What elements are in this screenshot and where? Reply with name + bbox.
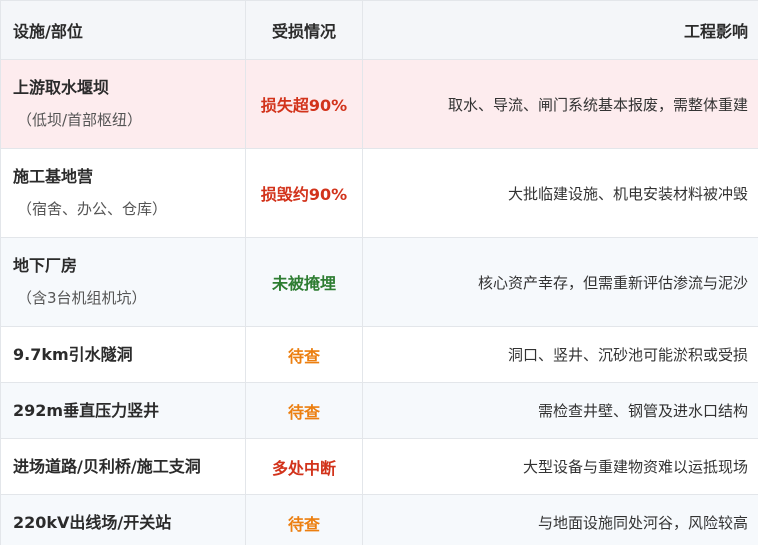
facility-name: 施工基地营 [13,167,94,186]
table-row: 地下厂房 （含3台机组机坑） 未被掩埋 核心资产幸存，但需重新评估渗流与泥沙 [0,237,758,327]
facility-name: 进场道路/贝利桥/施工支洞 [13,456,201,476]
table-row: 292m垂直压力竖井 待查 需检查井壁、钢管及进水口结构 [0,382,758,439]
facility-subtitle: （含3台机组机坑） [17,289,147,307]
table-header-row: 设施/部位 受损情况 工程影响 [0,0,758,60]
header-damage: 受损情况 [245,0,363,60]
facility-cell: 进场道路/贝利桥/施工支洞 [0,438,246,495]
table-row: 上游取水堰坝 （低坝/首部枢纽） 损失超90% 取水、导流、闸门系统基本报废，需… [0,59,758,149]
facility-cell: 上游取水堰坝 （低坝/首部枢纽） [0,59,246,149]
facility-name: 9.7km引水隧洞 [13,344,133,364]
header-impact: 工程影响 [362,0,758,60]
table-row: 9.7km引水隧洞 待查 洞口、竖井、沉砂池可能淤积或受损 [0,326,758,383]
damage-table: 设施/部位 受损情况 工程影响 上游取水堰坝 （低坝/首部枢纽） 损失超90% … [0,0,758,545]
damage-status: 待查 [245,494,363,545]
damage-status: 待查 [245,382,363,439]
facility-cell: 地下厂房 （含3台机组机坑） [0,237,246,327]
table-row: 施工基地营 （宿舍、办公、仓库） 损毁约90% 大批临建设施、机电安装材料被冲毁 [0,148,758,238]
impact-text: 大型设备与重建物资难以运抵现场 [362,438,758,495]
facility-name: 220kV出线场/开关站 [13,512,172,532]
facility-subtitle: （宿舍、办公、仓库） [17,200,168,218]
impact-text: 核心资产幸存，但需重新评估渗流与泥沙 [362,237,758,327]
table-row: 220kV出线场/开关站 待查 与地面设施同处河谷，风险较高 [0,494,758,545]
facility-name: 上游取水堰坝 [13,78,110,97]
impact-text: 与地面设施同处河谷，风险较高 [362,494,758,545]
impact-text: 取水、导流、闸门系统基本报废，需整体重建 [362,59,758,149]
facility-name: 292m垂直压力竖井 [13,400,160,420]
impact-text: 需检查井壁、钢管及进水口结构 [362,382,758,439]
facility-subtitle: （低坝/首部枢纽） [17,111,143,129]
facility-cell: 施工基地营 （宿舍、办公、仓库） [0,148,246,238]
facility-cell: 9.7km引水隧洞 [0,326,246,383]
facility-cell: 220kV出线场/开关站 [0,494,246,545]
table-row: 进场道路/贝利桥/施工支洞 多处中断 大型设备与重建物资难以运抵现场 [0,438,758,495]
impact-text: 大批临建设施、机电安装材料被冲毁 [362,148,758,238]
damage-status: 损失超90% [245,59,363,149]
damage-status: 待查 [245,326,363,383]
facility-cell: 292m垂直压力竖井 [0,382,246,439]
header-facility: 设施/部位 [0,0,246,60]
impact-text: 洞口、竖井、沉砂池可能淤积或受损 [362,326,758,383]
damage-status: 未被掩埋 [245,237,363,327]
damage-status: 多处中断 [245,438,363,495]
facility-name: 地下厂房 [13,256,78,275]
damage-status: 损毁约90% [245,148,363,238]
